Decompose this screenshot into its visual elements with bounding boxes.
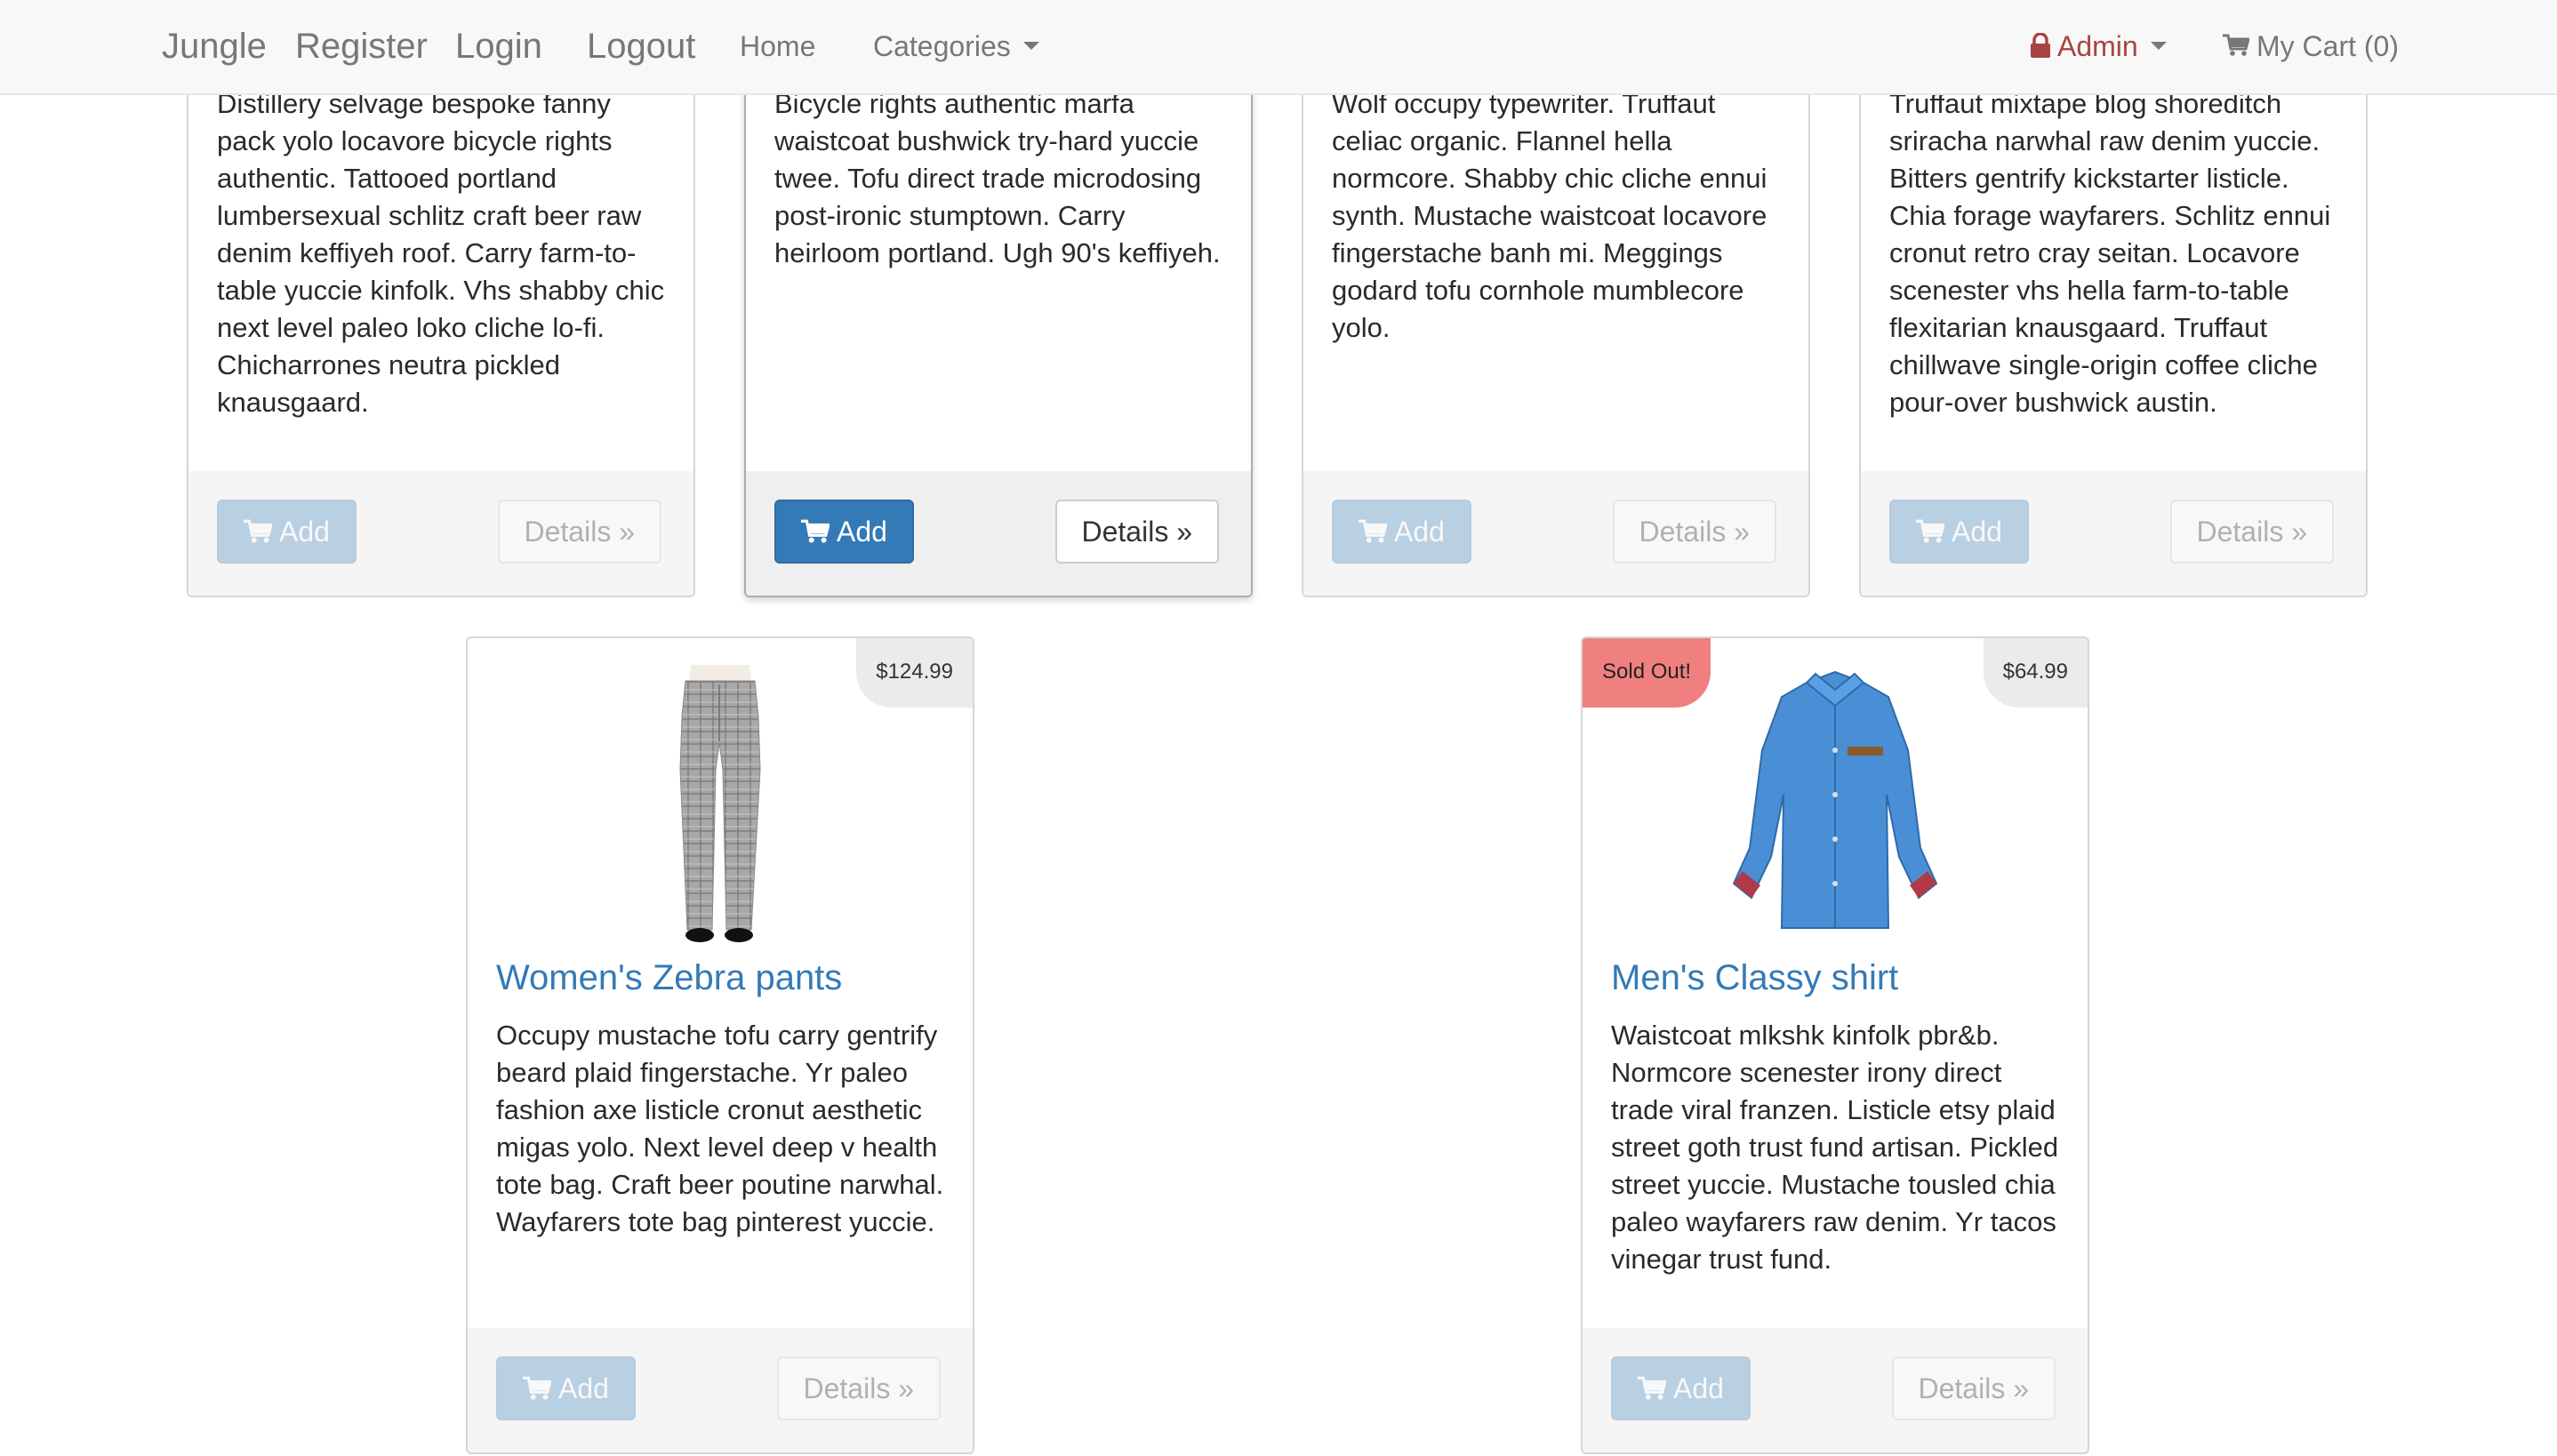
- add-label: Add: [1952, 516, 2002, 548]
- login-link[interactable]: Login: [455, 0, 542, 93]
- details-button[interactable]: Details »: [776, 1356, 941, 1420]
- details-button[interactable]: Details »: [497, 500, 661, 564]
- cart-link[interactable]: My Cart (0): [2223, 0, 2399, 93]
- home-link[interactable]: Home: [740, 0, 815, 93]
- navbar: Jungle Register Login Logout Home Catego…: [0, 0, 2557, 95]
- lock-icon: [2031, 32, 2050, 58]
- details-button[interactable]: Details »: [1054, 500, 1219, 564]
- product-image-shirt[interactable]: [1730, 670, 1940, 933]
- add-label: Add: [1394, 516, 1445, 548]
- add-to-cart-button[interactable]: Add: [217, 500, 357, 564]
- product-description: Truffaut mixtape blog shoreditch srirach…: [1889, 88, 2331, 418]
- add-to-cart-button[interactable]: Add: [1611, 1356, 1751, 1420]
- cart-icon: [523, 1376, 551, 1400]
- add-to-cart-button[interactable]: Add: [1332, 500, 1471, 564]
- details-button[interactable]: Details »: [1891, 1356, 2056, 1420]
- add-label: Add: [1673, 1372, 1724, 1404]
- cart-label: My Cart (0): [2256, 30, 2399, 62]
- add-label: Add: [837, 516, 887, 548]
- add-to-cart-button[interactable]: Add: [496, 1356, 636, 1420]
- cart-icon: [801, 519, 830, 543]
- cart-icon: [1638, 1376, 1666, 1400]
- card-footer: Add Details »: [746, 471, 1251, 596]
- product-description: Distillery selvage bespoke fanny pack yo…: [217, 88, 665, 418]
- categories-dropdown[interactable]: Categories: [873, 0, 1039, 93]
- product-description: Occupy mustache tofu carry gentrify bear…: [496, 1020, 944, 1237]
- caret-down-icon: [1022, 42, 1039, 51]
- card-footer: Add Details »: [1303, 471, 1808, 596]
- product-description: Bicycle rights authentic marfa waistcoat…: [774, 88, 1221, 268]
- product-card: Sold Out! $64.99 Men's Classy shirt Wais…: [1581, 636, 2089, 1454]
- details-button[interactable]: Details »: [1612, 500, 1776, 564]
- card-footer: Add Details »: [468, 1328, 973, 1452]
- sold-out-badge: Sold Out!: [1583, 638, 1711, 708]
- price-badge: $124.99: [856, 638, 973, 708]
- logout-link[interactable]: Logout: [587, 0, 695, 93]
- product-description: Wolf occupy typewriter. Truffaut celiac …: [1332, 88, 1767, 343]
- product-description: Waistcoat mlkshk kinfolk pbr&b. Normcore…: [1611, 1020, 2059, 1275]
- add-to-cart-button[interactable]: Add: [774, 500, 914, 564]
- card-footer: Add Details »: [1583, 1328, 2088, 1452]
- product-image-pants[interactable]: [645, 663, 796, 944]
- price-badge: $64.99: [1983, 638, 2088, 708]
- categories-label: Categories: [873, 30, 1011, 62]
- admin-dropdown[interactable]: Admin: [2031, 0, 2167, 93]
- product-card: $124.99 Women's Zebra pants Occupy musta…: [466, 636, 974, 1454]
- add-label: Add: [558, 1372, 609, 1404]
- details-button[interactable]: Details »: [2169, 500, 2334, 564]
- card-footer: Add Details »: [1861, 471, 2366, 596]
- register-link[interactable]: Register: [295, 0, 428, 93]
- cart-icon: [1359, 519, 1387, 543]
- product-title[interactable]: Women's Zebra pants: [496, 956, 955, 999]
- card-footer: Add Details »: [188, 471, 693, 596]
- brand-link[interactable]: Jungle: [162, 0, 267, 93]
- admin-label: Admin: [2057, 30, 2138, 62]
- cart-icon: [244, 519, 272, 543]
- cart-icon: [1916, 519, 1944, 543]
- add-to-cart-button[interactable]: Add: [1889, 500, 2029, 564]
- caret-down-icon: [2150, 42, 2167, 51]
- cart-icon: [2223, 34, 2249, 56]
- product-title[interactable]: Men's Classy shirt: [1611, 956, 2070, 999]
- add-label: Add: [279, 516, 330, 548]
